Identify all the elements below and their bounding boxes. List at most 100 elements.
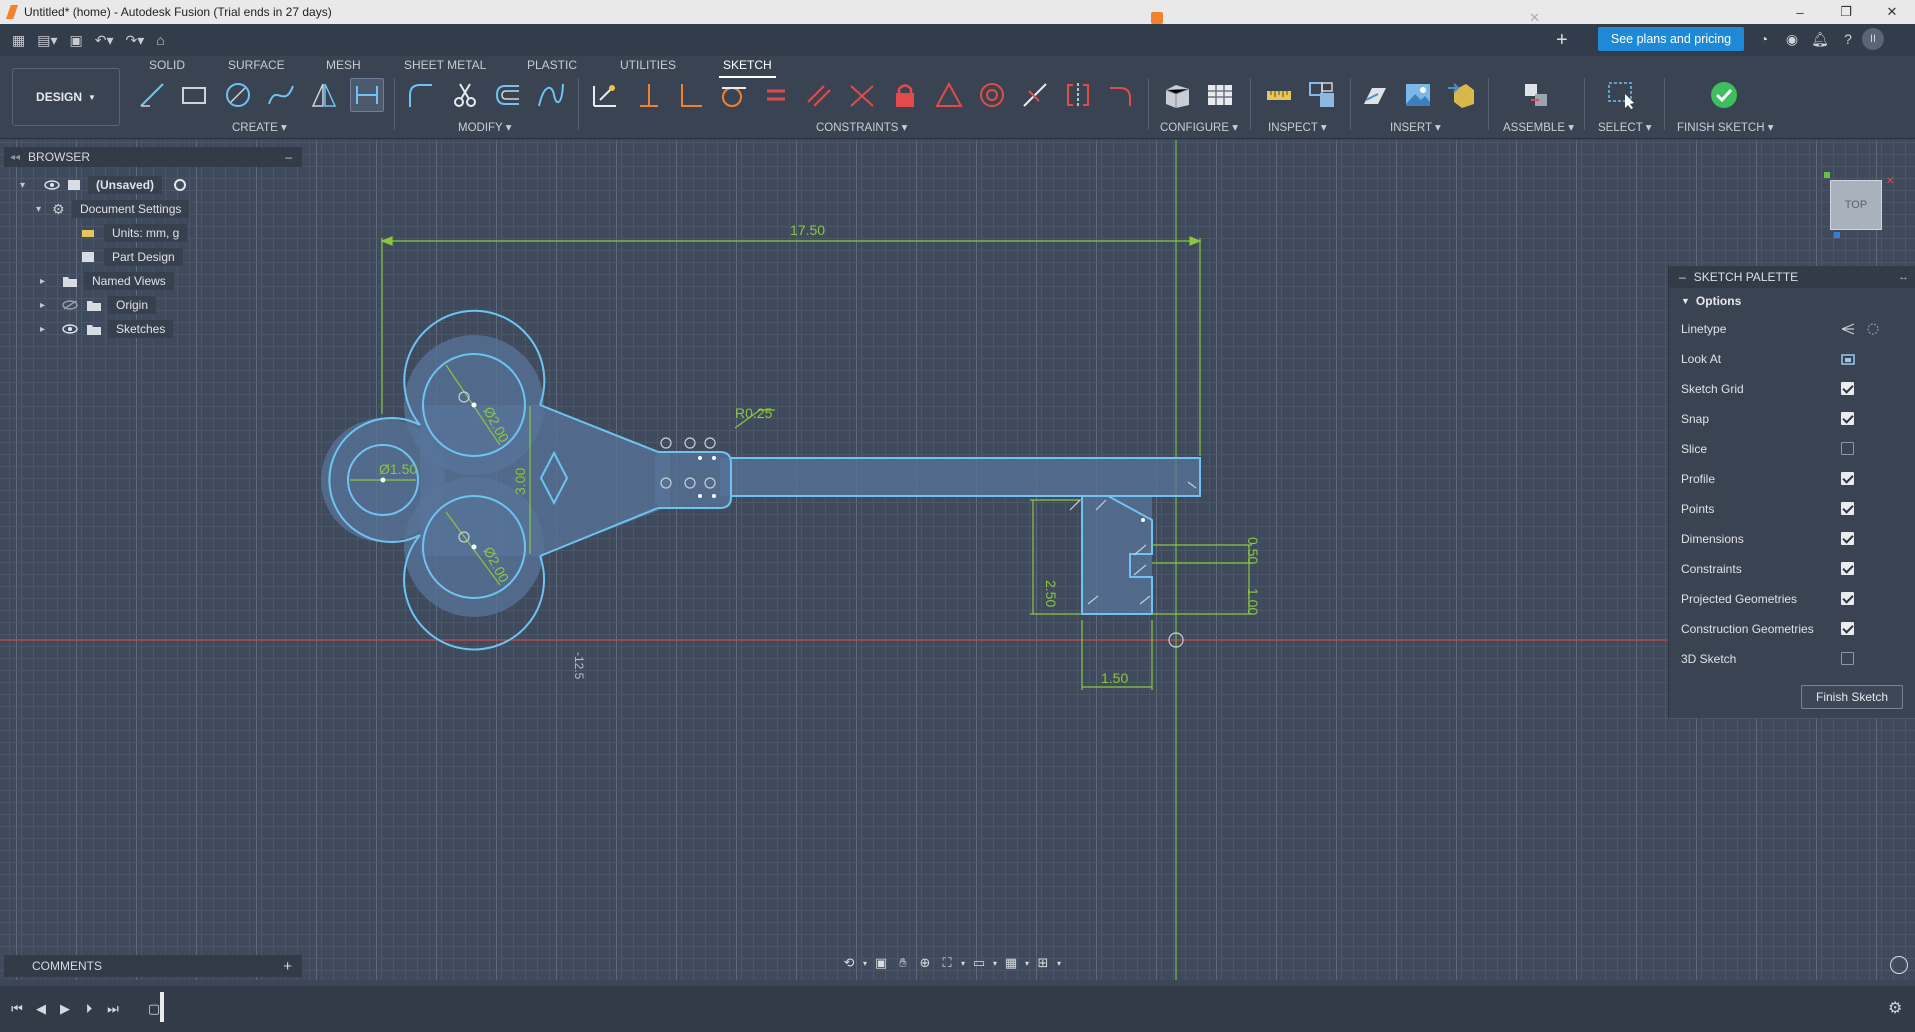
constraints-menu[interactable]: CONSTRAINTS ▾ bbox=[816, 120, 907, 134]
bell-icon[interactable]: 🔔︎ bbox=[1806, 27, 1834, 51]
zoom-icon[interactable]: ⊕ bbox=[914, 952, 936, 974]
expand-arrow-icon[interactable]: ▸ bbox=[40, 300, 45, 311]
play-icon[interactable]: ▶ bbox=[56, 1000, 74, 1018]
spline-modify-tool[interactable] bbox=[534, 78, 568, 112]
insert-image-tool[interactable] bbox=[1401, 78, 1435, 112]
file-menu-icon[interactable]: ▤▾ bbox=[37, 32, 57, 49]
tree-item-document-settings[interactable]: ▾ ⚙ Document Settings bbox=[4, 197, 302, 221]
see-plans-button[interactable]: See plans and pricing bbox=[1598, 27, 1744, 51]
finish-sketch-button[interactable]: Finish Sketch bbox=[1801, 685, 1903, 709]
dim-fillet-radius[interactable]: R0.25 bbox=[735, 405, 773, 421]
viewports-icon[interactable]: ⊞ bbox=[1032, 952, 1054, 974]
pan-hand-icon[interactable]: ✋︎ bbox=[892, 952, 914, 974]
dimensions-checkbox[interactable] bbox=[1841, 532, 1854, 545]
parallel-tool[interactable] bbox=[802, 78, 836, 112]
sketch-palette-header[interactable]: – SKETCH PALETTE ↔ bbox=[1669, 266, 1915, 288]
mirror-tool[interactable] bbox=[307, 78, 341, 112]
eye-hidden-icon[interactable] bbox=[62, 300, 78, 310]
finish-sketch-menu[interactable]: FINISH SKETCH ▾ bbox=[1677, 120, 1774, 134]
interference-tool[interactable] bbox=[1305, 78, 1339, 112]
triangle-constraint-tool[interactable] bbox=[932, 78, 966, 112]
finish-sketch-tool[interactable] bbox=[1707, 78, 1741, 112]
configure-tool[interactable] bbox=[1160, 78, 1194, 112]
maximize-button[interactable]: ❐ bbox=[1823, 0, 1869, 24]
tree-item-root[interactable]: ▾ (Unsaved) bbox=[4, 173, 302, 197]
insert-mesh-tool[interactable] bbox=[1444, 78, 1478, 112]
profile-checkbox[interactable] bbox=[1841, 472, 1854, 485]
job-status-icon[interactable]: ◔ bbox=[1750, 27, 1778, 51]
tab-solid[interactable]: SOLID bbox=[149, 58, 185, 72]
dim-notch-height[interactable]: 1.00 bbox=[1245, 588, 1261, 615]
redo-icon[interactable]: ↷▾ bbox=[126, 32, 145, 49]
dim-bit-width[interactable]: 1.50 bbox=[1101, 670, 1128, 686]
assemble-menu[interactable]: ASSEMBLE ▾ bbox=[1503, 120, 1574, 134]
expand-arrow-icon[interactable]: ▸ bbox=[40, 276, 45, 287]
fix-point-tool[interactable] bbox=[588, 78, 622, 112]
projected-geometries-checkbox[interactable] bbox=[1841, 592, 1854, 605]
key-profile[interactable] bbox=[321, 335, 1200, 617]
go-to-start-icon[interactable]: ⏮ bbox=[8, 1000, 26, 1018]
tree-item-named-views[interactable]: ▸ Named Views bbox=[4, 269, 302, 293]
slice-checkbox[interactable] bbox=[1841, 442, 1854, 455]
configure-menu[interactable]: CONFIGURE ▾ bbox=[1160, 120, 1238, 134]
chevron-down-icon[interactable]: ▾ bbox=[990, 952, 1000, 974]
collinear-tool[interactable] bbox=[845, 78, 879, 112]
spline-tool[interactable] bbox=[264, 78, 298, 112]
constraints-checkbox[interactable] bbox=[1841, 562, 1854, 575]
line-tool[interactable] bbox=[135, 78, 169, 112]
trim-tool[interactable] bbox=[448, 78, 482, 112]
browser-header[interactable]: ◂◂ BROWSER – bbox=[4, 147, 302, 167]
chevron-down-icon[interactable]: ▾ bbox=[1022, 952, 1032, 974]
tab-utilities[interactable]: UTILITIES bbox=[620, 58, 676, 72]
snap-checkbox[interactable] bbox=[1841, 412, 1854, 425]
expand-arrow-icon[interactable]: ▾ bbox=[20, 180, 25, 191]
look-at-icon[interactable] bbox=[1841, 352, 1855, 366]
circle-tool[interactable] bbox=[221, 78, 255, 112]
look-at-nav-icon[interactable]: ▣ bbox=[870, 952, 892, 974]
dim-bit-height[interactable]: 2.50 bbox=[1043, 580, 1059, 607]
tree-item-part-design[interactable]: Part Design bbox=[4, 245, 302, 269]
3d-sketch-checkbox[interactable] bbox=[1841, 652, 1854, 665]
activate-radio-icon[interactable] bbox=[174, 179, 186, 191]
help-icon[interactable]: ? bbox=[1834, 27, 1862, 51]
text-commands-icon[interactable] bbox=[1890, 956, 1908, 974]
points-checkbox[interactable] bbox=[1841, 502, 1854, 515]
select-tool[interactable] bbox=[1604, 78, 1638, 112]
insert-menu[interactable]: INSERT ▾ bbox=[1390, 120, 1441, 134]
timeline-marker[interactable] bbox=[160, 992, 164, 1022]
tab-plastic[interactable]: PLASTIC bbox=[527, 58, 577, 72]
close-window-button[interactable]: ✕ bbox=[1869, 0, 1915, 24]
collapse-palette-icon[interactable]: – bbox=[1679, 270, 1686, 284]
tree-item-sketches[interactable]: ▸ Sketches bbox=[4, 317, 302, 341]
workspace-switcher-button[interactable]: DESIGN ▼ bbox=[12, 68, 120, 126]
dim-bow-height[interactable]: 3.00 bbox=[512, 468, 528, 495]
fix-tool[interactable] bbox=[888, 78, 922, 112]
expand-arrow-icon[interactable]: ▾ bbox=[36, 204, 41, 215]
minimize-button[interactable]: – bbox=[1777, 0, 1823, 24]
add-comment-icon[interactable]: + bbox=[283, 958, 292, 975]
tab-surface[interactable]: SURFACE bbox=[228, 58, 285, 72]
midpoint-tool[interactable] bbox=[1018, 78, 1052, 112]
offset-tool[interactable] bbox=[491, 78, 525, 112]
measure-tool[interactable] bbox=[1262, 78, 1296, 112]
dim-overall-length[interactable]: 17.50 bbox=[790, 222, 825, 238]
sketch-grid-checkbox[interactable] bbox=[1841, 382, 1854, 395]
undo-icon[interactable]: ↶▾ bbox=[95, 32, 114, 49]
viewcube[interactable]: TOP bbox=[1830, 180, 1882, 230]
save-icon[interactable]: ▣ bbox=[70, 32, 83, 49]
insert-derive-tool[interactable] bbox=[1358, 78, 1392, 112]
configure-table-tool[interactable] bbox=[1203, 78, 1237, 112]
go-to-end-icon[interactable]: ⏭ bbox=[104, 1000, 122, 1018]
tree-item-origin[interactable]: ▸ Origin bbox=[4, 293, 302, 317]
dim-notch-offset[interactable]: 0.50 bbox=[1245, 537, 1261, 564]
step-back-icon[interactable]: ◀ bbox=[32, 1000, 50, 1018]
tree-item-units[interactable]: Units: mm, g bbox=[4, 221, 302, 245]
assemble-tool[interactable] bbox=[1519, 78, 1553, 112]
perpendicular-tool[interactable] bbox=[674, 78, 708, 112]
new-tab-button[interactable]: + bbox=[1556, 29, 1568, 52]
tab-mesh[interactable]: MESH bbox=[326, 58, 361, 72]
sketch-dimension-tool[interactable] bbox=[350, 78, 384, 112]
step-forward-icon[interactable]: ⏵ bbox=[80, 1000, 98, 1018]
grid-icon[interactable]: ▦ bbox=[1000, 952, 1022, 974]
orbit-icon[interactable]: ⟲ bbox=[838, 952, 860, 974]
